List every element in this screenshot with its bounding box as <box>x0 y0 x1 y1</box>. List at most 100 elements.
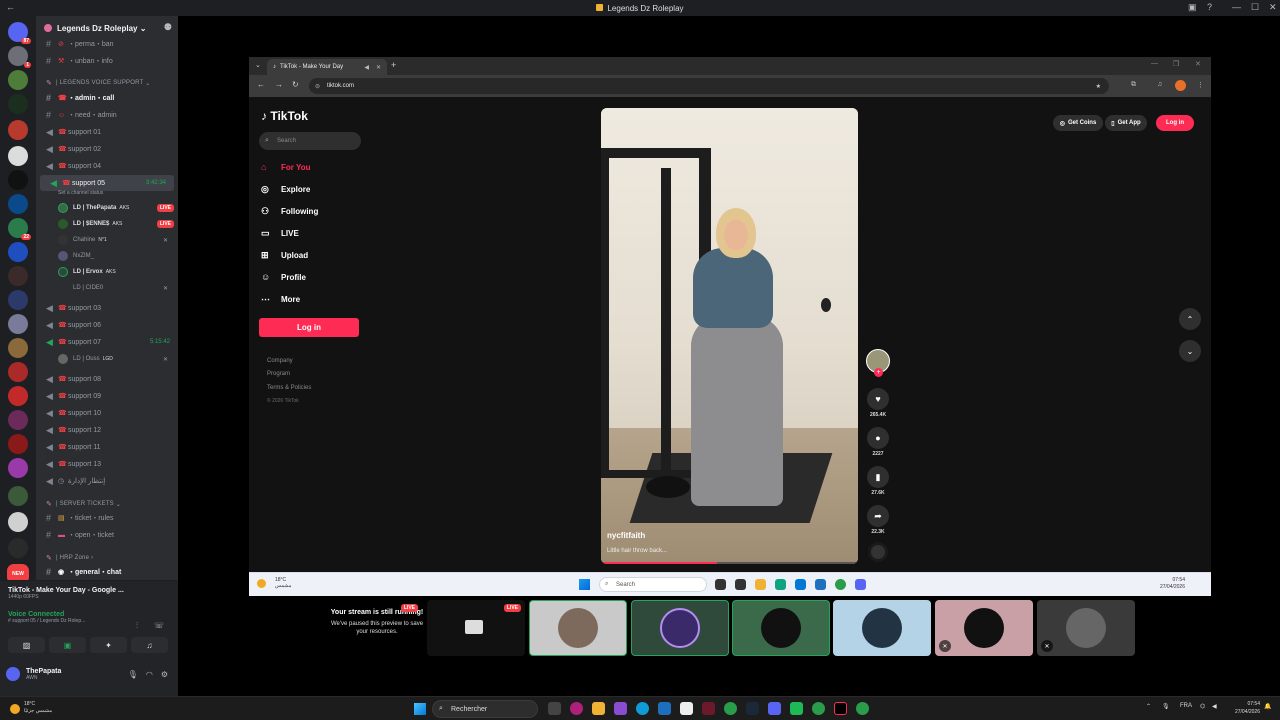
voice-channel-support-07[interactable]: ◀ ☎ support 07 5:15:42 <box>36 334 178 350</box>
server-icon[interactable] <box>8 70 28 90</box>
server-icon[interactable] <box>8 242 28 262</box>
soundboard-button[interactable]: ♫ <box>131 637 168 653</box>
voice-user[interactable]: LD | CIDE0 ✕ <box>58 280 174 296</box>
video-player[interactable]: nycfitfaith Little hair throw back... <box>601 108 858 564</box>
get-app-button[interactable]: ▯ Get App <box>1105 115 1147 131</box>
channel-status-hint[interactable]: Set a channel status <box>58 190 103 196</box>
voice-channel-support-06[interactable]: ◀ ☎ support 06 <box>36 317 178 333</box>
voice-channel-support-03[interactable]: ◀ ☎ support 03 <box>36 300 178 316</box>
next-video-button[interactable]: ⌄ <box>1179 340 1201 362</box>
server-icon[interactable] <box>8 486 28 506</box>
task-view-icon[interactable] <box>548 702 561 715</box>
voice-channel-support-09[interactable]: ◀ ☎ support 09 <box>36 388 178 404</box>
voice-channel-support-13[interactable]: ◀ ☎ support 13 <box>36 456 178 472</box>
bookmark-icon[interactable]: ▮ <box>867 466 889 488</box>
camera-off-button[interactable]: ▨ <box>8 637 45 653</box>
tiktok-logo[interactable]: ♪ TikTok <box>261 109 308 123</box>
server-icon[interactable] <box>8 120 28 140</box>
file-explorer-icon[interactable] <box>592 702 605 715</box>
channel-general-chat[interactable]: # ◉ ・general・chat <box>36 564 178 580</box>
get-coins-button[interactable]: ◎ Get Coins <box>1053 115 1103 131</box>
sidebar-login-button[interactable]: Log in <box>259 318 359 337</box>
nav-upload[interactable]: ⊞ Upload <box>261 246 381 264</box>
server-icon[interactable] <box>8 314 28 334</box>
footer-terms-link[interactable]: Terms & Policies <box>267 385 311 391</box>
channel-admin-call[interactable]: # ☎ ・admin・call <box>36 90 178 106</box>
video-author[interactable]: nycfitfaith <box>607 531 645 540</box>
app-icon[interactable] <box>570 702 583 715</box>
previous-video-button[interactable]: ⌃ <box>1179 308 1201 330</box>
server-icon[interactable] <box>8 170 28 190</box>
voice-channel-support-10[interactable]: ◀ ☎ support 10 <box>36 405 178 421</box>
channel-ticket-rules[interactable]: # ▤ ・ticket・rules <box>36 510 178 526</box>
weather-sun-icon[interactable] <box>10 704 20 714</box>
server-icon[interactable] <box>8 146 28 166</box>
extensions-icon[interactable]: ⧉ <box>1131 81 1136 89</box>
share-arrow-icon[interactable]: ➦ <box>867 505 889 527</box>
disconnect-icon[interactable]: ☏ <box>154 621 164 630</box>
signal-icon[interactable]: ⫶ <box>136 621 138 631</box>
chrome-icon[interactable] <box>724 702 737 715</box>
channel-open-ticket[interactable]: # ▬ ・open・ticket <box>36 527 178 543</box>
server-icon[interactable] <box>8 362 28 382</box>
voice-channel-support-05[interactable]: ◀ ☎ support 05 3:42:34 <box>40 175 174 191</box>
share-action[interactable]: ➦ 22.3K <box>865 505 891 535</box>
participant-tile[interactable]: ✕ <box>1037 600 1135 656</box>
edge-icon[interactable] <box>636 702 649 715</box>
header-login-button[interactable]: Log in <box>1156 115 1194 131</box>
site-info-icon[interactable]: ⊜ <box>315 83 320 90</box>
server-icon[interactable] <box>8 434 28 454</box>
voice-channel-support-08[interactable]: ◀ ☎ support 08 <box>36 371 178 387</box>
minimize-button[interactable]: — <box>1232 2 1241 12</box>
back-arrow-icon[interactable]: ← <box>6 2 15 12</box>
chrome-icon[interactable] <box>812 702 825 715</box>
server-icon[interactable] <box>8 266 28 286</box>
volume-icon[interactable]: ◀ <box>1212 703 1217 710</box>
start-button[interactable] <box>414 703 426 715</box>
participant-tile[interactable]: ✕ <box>935 600 1033 656</box>
stream-tile[interactable]: LIVE <box>427 600 525 656</box>
weather-widget[interactable]: 18°C مشمس جزئيًا <box>24 701 52 715</box>
nav-explore[interactable]: ◎ Explore <box>261 180 381 198</box>
tray-chevron-icon[interactable]: ⌃ <box>1146 703 1151 710</box>
network-icon[interactable]: ⌬ <box>1200 703 1205 710</box>
close-button[interactable]: ✕ <box>1269 2 1277 13</box>
server-icon[interactable] <box>8 538 28 558</box>
maximize-button[interactable]: ☐ <box>1251 2 1259 13</box>
participant-tile[interactable] <box>529 600 627 656</box>
save-action[interactable]: ▮ 27.6K <box>865 466 891 496</box>
steam-icon[interactable] <box>746 702 759 715</box>
browser-tab-tiktok[interactable]: ♪ TikTok - Make Your Day ◀ ✕ <box>267 59 387 75</box>
headphones-icon[interactable]: ◠ <box>146 670 153 679</box>
reload-icon[interactable]: ↻ <box>292 80 299 89</box>
footer-company-link[interactable]: Company <box>267 358 293 364</box>
app-icon[interactable] <box>614 702 627 715</box>
comment-action[interactable]: ● 2227 <box>865 427 891 457</box>
server-icon[interactable] <box>8 94 28 114</box>
server-icon[interactable]: 1 <box>8 46 31 68</box>
app-icon[interactable] <box>658 702 671 715</box>
streamed-browser-window[interactable]: ⌄ ♪ TikTok - Make Your Day ◀ ✕ + — ❐ ✕ ← → … <box>249 57 1211 596</box>
add-user-icon[interactable]: ⚉ <box>164 22 172 33</box>
activities-button[interactable]: ✦ <box>90 637 127 653</box>
nav-more[interactable]: ⋯ More <box>261 290 381 308</box>
restore-icon[interactable]: ❐ <box>1173 60 1179 68</box>
close-tab-icon[interactable]: ✕ <box>376 64 381 71</box>
voice-channel-support-01[interactable]: ◀ ☎ support 01 <box>36 124 178 140</box>
microphone-icon[interactable]: 🎙 <box>128 670 138 679</box>
follow-plus-icon[interactable]: + <box>874 368 883 377</box>
app-icon[interactable] <box>680 702 693 715</box>
voice-channel-support-02[interactable]: ◀ ☎ support 02 <box>36 141 178 157</box>
server-icon[interactable] <box>8 338 28 358</box>
voice-user[interactable]: LD | Ouss LGD ✕ <box>58 351 174 367</box>
voice-channel-waiting[interactable]: ◀ ◷ إنتظار الإدارة <box>36 473 178 489</box>
tiktok-icon[interactable] <box>834 702 847 715</box>
stream-activity[interactable]: TikTok - Make Your Day - Google ... 1440… <box>8 587 168 600</box>
nav-live[interactable]: ▭ LIVE <box>261 224 381 242</box>
voice-channel-support-11[interactable]: ◀ ☎ support 11 <box>36 439 178 455</box>
server-icon[interactable] <box>8 386 28 406</box>
help-icon[interactable]: ? <box>1207 2 1212 12</box>
heart-icon[interactable]: ♥ <box>867 388 889 410</box>
server-icon[interactable] <box>8 410 28 430</box>
voice-user[interactable]: Chahine N°1 ✕ <box>58 232 174 248</box>
